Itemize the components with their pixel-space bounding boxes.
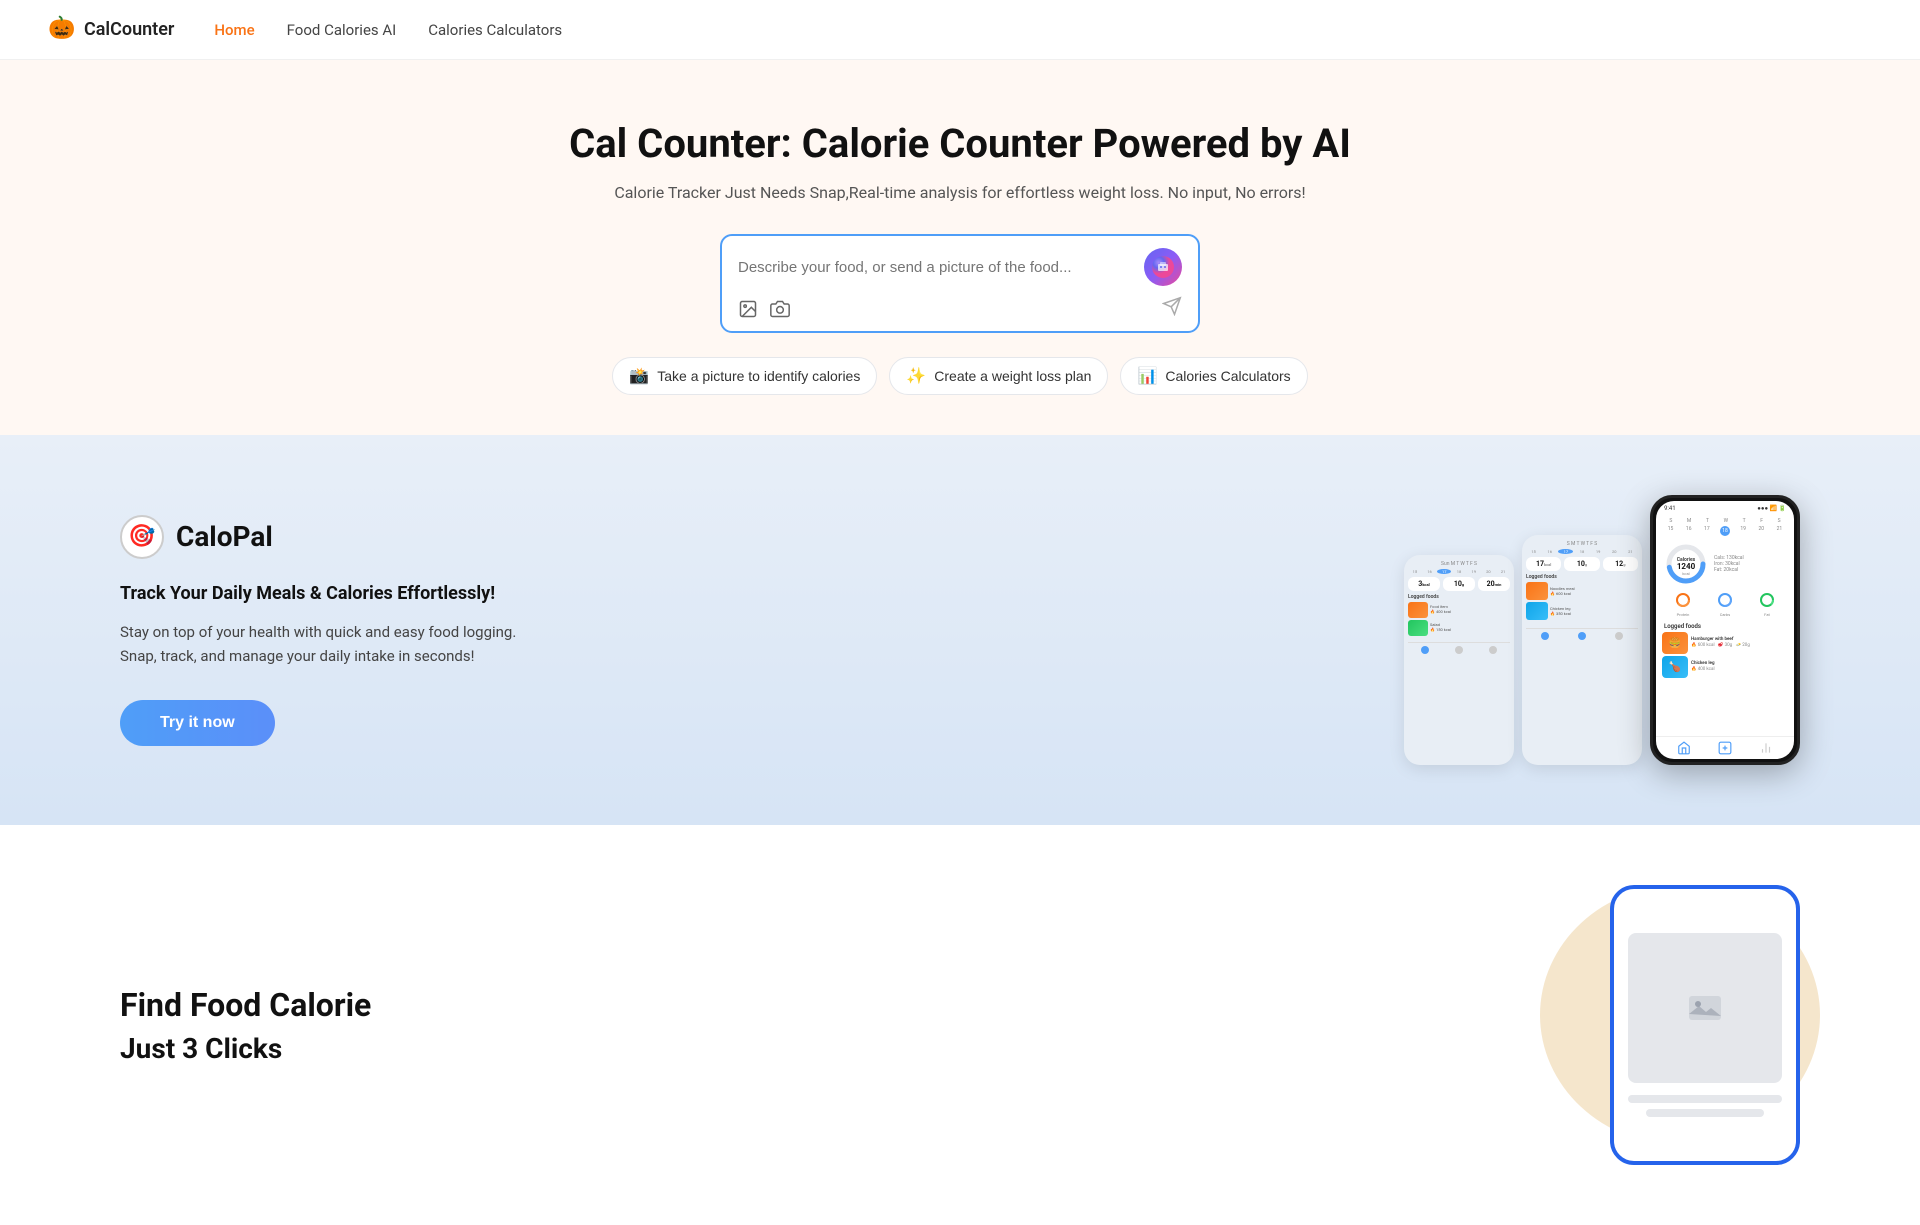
phone-nav-home-icon	[1677, 741, 1691, 755]
nav-food-calories[interactable]: Food Calories AI	[287, 21, 397, 39]
macro-protein-circle	[1675, 592, 1691, 608]
find-subtitle: Just 3 Clicks	[120, 1032, 371, 1065]
weight-loss-btn[interactable]: ✨ Create a weight loss plan	[889, 357, 1108, 395]
logo-area[interactable]: 🎃 CalCounter	[48, 16, 174, 44]
search-actions-row	[738, 296, 1182, 321]
svg-text:kcal: kcal	[1682, 571, 1689, 576]
calories-calc-btn[interactable]: 📊 Calories Calculators	[1120, 357, 1307, 395]
calopal-left: 🎯 CaloPal Track Your Daily Meals & Calor…	[120, 515, 540, 746]
take-picture-btn[interactable]: 📸 Take a picture to identify calories	[612, 357, 877, 395]
donut-chart-svg: Calories 1240 kcal	[1664, 542, 1708, 586]
ai-avatar	[1144, 248, 1182, 286]
search-box	[720, 234, 1200, 333]
hero-section: Cal Counter: Calorie Counter Powered by …	[0, 60, 1920, 435]
calopal-tagline: Track Your Daily Meals & Calories Effort…	[120, 583, 540, 604]
macro-fat-circle	[1759, 592, 1775, 608]
navbar: 🎃 CalCounter Home Food Calories AI Calor…	[0, 0, 1920, 60]
gallery-btn[interactable]	[738, 299, 758, 319]
find-section-right	[1570, 885, 1800, 1165]
hero-title: Cal Counter: Calorie Counter Powered by …	[48, 120, 1872, 167]
ai-avatar-icon	[1151, 255, 1175, 279]
logged-foods-label: Logged foods	[1656, 621, 1794, 632]
svg-text:1240: 1240	[1677, 562, 1696, 571]
sparkle-icon: ✨	[906, 366, 926, 386]
brand-name: CalCounter	[84, 19, 174, 40]
calopal-description: Stay on top of your health with quick an…	[120, 620, 540, 668]
find-phone-text-line-2	[1646, 1109, 1764, 1117]
phone-nav-chart-icon	[1759, 741, 1773, 755]
macro-carbs-circle	[1717, 592, 1733, 608]
find-phone-text-line-1	[1628, 1095, 1783, 1103]
chart-icon: 📊	[1137, 366, 1157, 386]
calopal-name: CaloPal	[176, 520, 273, 553]
search-icons	[738, 299, 790, 319]
find-title: Find Food Calorie	[120, 986, 371, 1024]
find-section: Find Food Calorie Just 3 Clicks	[0, 825, 1920, 1225]
logo-icon: 🎃	[48, 16, 76, 44]
search-input-row	[738, 248, 1182, 286]
find-section-left: Find Food Calorie Just 3 Clicks	[120, 986, 371, 1065]
find-phone-screen-content	[1628, 933, 1783, 1083]
camera-icon	[770, 299, 790, 319]
phone-mockup-secondary: S M T W T F S 15 16 17 18 19 20 21 17kca…	[1522, 535, 1642, 765]
phone-nav-add-icon	[1718, 741, 1732, 755]
send-button[interactable]	[1162, 296, 1182, 321]
try-it-now-button[interactable]: Try it now	[120, 700, 275, 746]
nav-home[interactable]: Home	[214, 21, 254, 39]
take-picture-label: Take a picture to identify calories	[657, 368, 860, 384]
calopal-brand: 🎯 CaloPal	[120, 515, 540, 559]
calopal-logo-icon: 🎯	[120, 515, 164, 559]
nav-calories-calc[interactable]: Calories Calculators	[428, 21, 562, 39]
nav-links: Home Food Calories AI Calories Calculato…	[214, 21, 562, 39]
find-phone-frame	[1610, 885, 1800, 1165]
phone-mockup-main: 9:41 ●●● 📶 🔋 SMTWTFS 15 16 17 18 19 20 2…	[1650, 495, 1800, 765]
weight-loss-label: Create a weight loss plan	[934, 368, 1091, 384]
find-phone-placeholder-icon	[1685, 988, 1725, 1028]
phone-mockups: Sun M T W T F S 15 16 17 18 19 20 21 3kc…	[1404, 495, 1800, 765]
phone-mockup-tertiary: Sun M T W T F S 15 16 17 18 19 20 21 3kc…	[1404, 555, 1514, 765]
camera-emoji-icon: 📸	[629, 366, 649, 386]
food-item-2: 🍗 Chicken leg 🔥 400 kcal	[1662, 656, 1788, 678]
calopal-section: 🎯 CaloPal Track Your Daily Meals & Calor…	[0, 435, 1920, 825]
camera-btn[interactable]	[770, 299, 790, 319]
quick-actions: 📸 Take a picture to identify calories ✨ …	[48, 357, 1872, 395]
food-item-1: 🍔 Hamburger with beef 🔥 600 kcal 🥩 30g 🧈…	[1662, 632, 1788, 654]
hero-subtitle: Calorie Tracker Just Needs Snap,Real-tim…	[48, 183, 1872, 202]
gallery-icon	[738, 299, 758, 319]
search-input[interactable]	[738, 259, 1132, 276]
send-icon	[1162, 296, 1182, 316]
calories-calc-label: Calories Calculators	[1165, 368, 1290, 384]
